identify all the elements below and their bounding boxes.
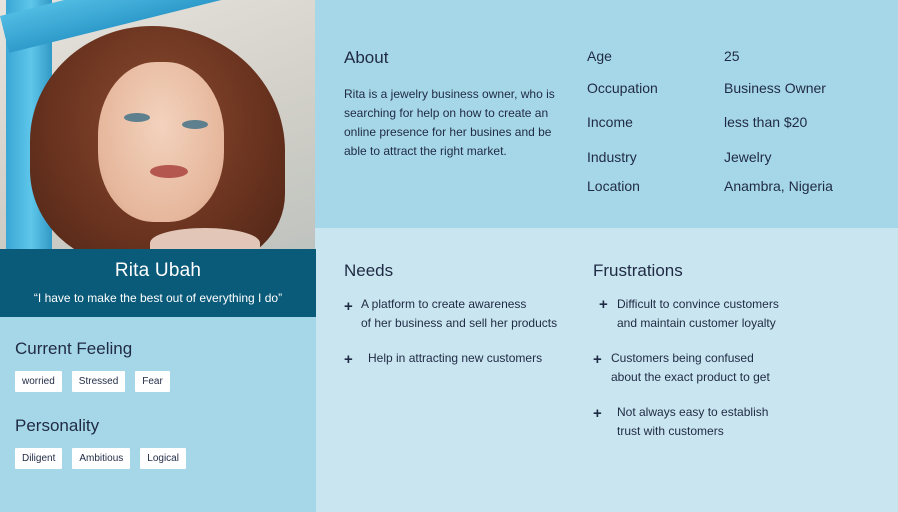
location-value: Anambra, Nigeria [724, 178, 833, 194]
feeling-tag: Fear [135, 371, 170, 392]
occupation-value: Business Owner [724, 80, 826, 96]
personality-section: Personality Diligent Ambitious Logical [15, 416, 186, 469]
current-feeling-section: Current Feeling worried Stressed Fear [15, 339, 170, 392]
frustrations-title: Frustrations [593, 261, 683, 280]
persona-photo [0, 0, 315, 249]
plus-icon: + [344, 298, 353, 315]
personality-tag: Logical [140, 448, 186, 469]
frustrations-item: Difficult to convince customers and main… [617, 297, 779, 330]
plus-icon: + [599, 296, 608, 313]
personality-tag: Diligent [15, 448, 63, 469]
needs-frustrations-panel: Needs + A platform to create awareness o… [316, 228, 898, 512]
industry-label: Industry [587, 149, 637, 165]
location-label: Location [587, 178, 640, 194]
frustrations-item: Customers being confused about the exact… [611, 351, 770, 384]
feeling-tag: Stressed [71, 371, 126, 392]
current-feeling-title: Current Feeling [15, 339, 133, 358]
about-text: Rita is a jewelry business owner, who is… [344, 87, 555, 158]
age-value: 25 [724, 48, 740, 64]
occupation-label: Occupation [587, 80, 658, 96]
income-value: less than $20 [724, 114, 808, 130]
plus-icon: + [593, 405, 602, 422]
age-label: Age [587, 48, 612, 64]
needs-item: A platform to create awareness of her bu… [361, 297, 558, 330]
persona-name: Rita Ubah [114, 260, 202, 281]
persona-traits-panel: Current Feeling worried Stressed Fear Pe… [0, 317, 316, 512]
about-panel: About Rita is a jewelry business owner, … [315, 0, 898, 228]
personality-tag: Ambitious [72, 448, 131, 469]
needs-item: Help in attracting new customers [368, 351, 543, 365]
about-title: About [344, 48, 389, 67]
frustrations-item: Not always easy to establish trust with … [617, 405, 769, 438]
persona-quote: “I have to make the best out of everythi… [33, 291, 283, 305]
personality-title: Personality [15, 416, 100, 435]
income-label: Income [587, 114, 633, 130]
needs-title: Needs [344, 261, 394, 280]
persona-banner: Rita Ubah “I have to make the best out o… [0, 249, 316, 317]
plus-icon: + [593, 351, 602, 368]
industry-value: Jewelry [724, 149, 772, 165]
plus-icon: + [344, 351, 353, 368]
feeling-tag: worried [15, 371, 62, 392]
